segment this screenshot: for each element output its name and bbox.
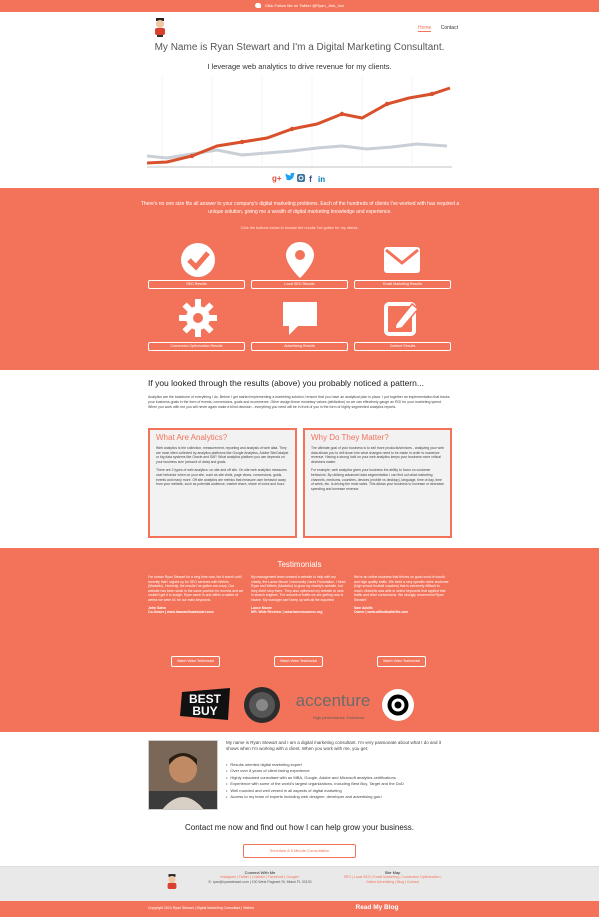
map-pin-icon xyxy=(286,242,314,278)
analytics-box-title: What Are Analytics? xyxy=(156,433,228,442)
watch-video-testimonial-button[interactable]: Watch Video Testimonial xyxy=(171,656,220,667)
social-icons: g+ f in xyxy=(272,173,325,183)
main-nav: Home Contact xyxy=(410,25,458,32)
twitter-icon[interactable] xyxy=(285,173,296,181)
matter-box-title: Why Do They Matter? xyxy=(311,433,389,442)
svg-text:BUY: BUY xyxy=(192,704,217,718)
footer-connect: Connect With Me Instagram | Twitter | Li… xyxy=(190,870,330,885)
logo-avatar[interactable] xyxy=(152,17,168,37)
target-logo xyxy=(382,689,414,721)
ryan-stewart-photo xyxy=(148,740,218,810)
svg-text:High performance. Delivered.: High performance. Delivered. xyxy=(313,715,365,720)
contact-heading: Contact me now and find out how I can he… xyxy=(184,823,415,832)
sitemap-links-2[interactable]: Online Advertising | Blog | Contact xyxy=(330,880,455,885)
hero-growth-graphic xyxy=(147,76,452,168)
linkedin-icon[interactable]: in xyxy=(318,175,325,183)
connect-contact-info: E: ryan@ryanstewart.com | 100 West Pagea… xyxy=(208,880,312,884)
hero-orange-line xyxy=(147,86,451,165)
speech-bubble-icon xyxy=(283,302,317,335)
testimonial-card: I've known Ryan Stewart for a long time … xyxy=(148,575,244,615)
hero-title: My Name is Ryan Stewart and I'm a Digita… xyxy=(154,42,445,53)
copyright: Copyright 2014 Ryan Stewart | Digital Ma… xyxy=(148,906,255,910)
dod-seal-logo xyxy=(244,687,280,723)
nav-home-link[interactable]: Home xyxy=(418,25,432,32)
analytics-box-p2: There are 2 types of web analytics: on s… xyxy=(156,468,287,487)
about-intro: My name is Ryan Stewart and I am a digit… xyxy=(226,740,441,751)
pattern-body: Analytics are the backbone of everything… xyxy=(148,395,450,409)
local-seo-results-button[interactable]: Local SEO Results xyxy=(251,280,348,289)
best-buy-logo: BEST BUY xyxy=(180,688,230,720)
schedule-consultation-button[interactable]: Schedule A 5 Minute Consultation xyxy=(243,844,356,858)
matter-box-p2: For example, web analytics gives your bu… xyxy=(311,468,444,491)
connect-social-links[interactable]: Instagram | Twitter | LinkedIn | Faceboo… xyxy=(220,875,299,879)
what-are-analytics-box: What Are Analytics? Web analytics is the… xyxy=(148,428,297,538)
testimonial-text: My management team created a website to … xyxy=(251,575,346,602)
svg-text:accenture: accenture xyxy=(296,691,371,710)
testimonials-title: Testimonials xyxy=(277,560,322,569)
portrait-image xyxy=(149,741,217,809)
hero-subtitle: I leverage web analytics to drive revenu… xyxy=(207,62,392,71)
svg-text:in: in xyxy=(318,175,325,183)
list-item: Access to my team of experts including w… xyxy=(226,794,451,800)
watch-video-testimonial-button[interactable]: Watch Video Testimonial xyxy=(377,656,426,667)
conversion-optimization-results-button[interactable]: Conversion Optimization Results xyxy=(148,342,245,351)
advertising-results-button[interactable]: Advertising Results xyxy=(251,342,348,351)
content-results-button[interactable]: Content Results xyxy=(354,342,451,351)
about-benefits-list: Results oriented digital marketing exper… xyxy=(226,762,451,800)
footer-avatar-logo xyxy=(167,874,177,889)
testimonial-text: I've known Ryan Stewart for a long time … xyxy=(148,575,244,602)
testimonial-role: NFL Wide Receiver | www.lancemoorecc.org xyxy=(251,610,323,615)
bottom-bar xyxy=(0,901,599,917)
results-note: Click the buttons below to browse the re… xyxy=(240,226,359,230)
gear-icon xyxy=(179,299,217,337)
testimonial-role: Co-Owner | www.lawnandtoadsmart.com xyxy=(148,610,214,615)
testimonial-card: My management team created a website to … xyxy=(251,575,347,615)
nav-contact-link[interactable]: Contact xyxy=(441,25,458,31)
envelope-icon xyxy=(384,247,420,273)
facebook-icon[interactable]: f xyxy=(309,174,313,183)
svg-text:f: f xyxy=(309,174,313,183)
accenture-logo: accenture High performance. Delivered. xyxy=(296,691,371,720)
checkmark-circle-icon xyxy=(181,243,215,277)
email-marketing-results-button[interactable]: Email Marketing Results xyxy=(354,280,451,289)
twitter-follow-bar[interactable]: Click Follow Me on Twitter @Ryan_Jerk_In… xyxy=(0,0,599,12)
twitter-bird-icon xyxy=(254,3,261,9)
analytics-box-p1: Web analytics is the collection, measure… xyxy=(156,446,289,464)
seo-results-button[interactable]: SEO Results xyxy=(148,280,245,289)
testimonial-role: Owner | www.allfootballdrills.com xyxy=(354,610,409,615)
edit-document-icon xyxy=(384,302,420,336)
google-plus-icon[interactable]: g+ xyxy=(272,174,282,183)
read-my-blog-button[interactable]: Read My Blog xyxy=(332,902,422,914)
results-intro: There's no one size fits all answer to y… xyxy=(140,201,460,215)
why-do-they-matter-box: Why Do They Matter? The ultimate goal of… xyxy=(303,428,452,538)
watch-video-testimonial-button[interactable]: Watch Video Testimonial xyxy=(274,656,323,667)
svg-text:g+: g+ xyxy=(272,174,282,183)
instagram-icon[interactable] xyxy=(297,174,305,182)
twitter-follow-text: Click Follow Me on Twitter @Ryan_Jerk_In… xyxy=(264,3,345,8)
testimonial-text: We're an online business that thrives on… xyxy=(354,575,449,602)
footer-sitemap: Site Map SEO | Local SEO | Email Marketi… xyxy=(330,870,455,885)
pattern-heading: If you looked through the results (above… xyxy=(148,378,424,388)
matter-box-p1: The ultimate goal of your business is to… xyxy=(311,446,444,464)
testimonial-card: We're an online business that thrives on… xyxy=(354,575,450,615)
